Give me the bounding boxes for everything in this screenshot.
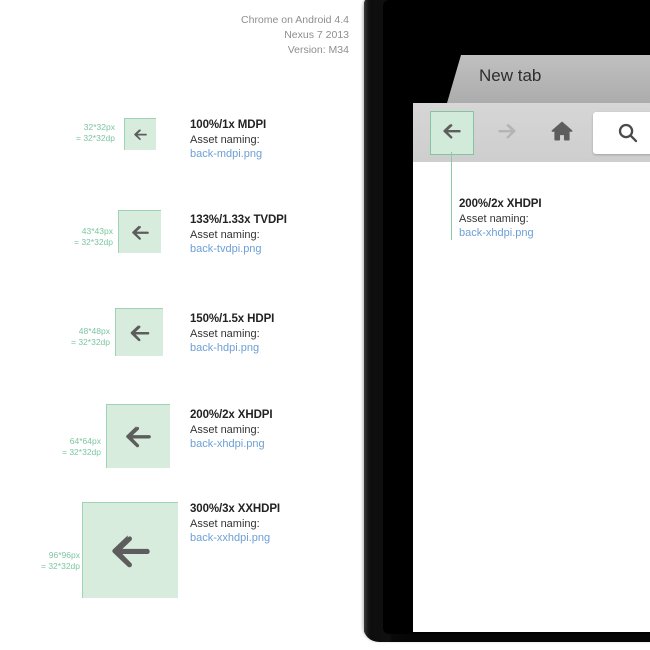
back-arrow-icon	[125, 119, 156, 150]
asset-swatch-xhdpi	[106, 404, 170, 468]
spec-title: 300%/3x XXHDPI	[190, 503, 281, 515]
asset-swatch-tvdpi	[118, 210, 161, 253]
spec-row-tvdpi: 43*43px = 32*32dp 133%/1.33x TVDPI Asset…	[0, 200, 363, 270]
spec-panel: Chrome on Android 4.4 Nexus 7 2013 Versi…	[0, 0, 363, 650]
spec-filename[interactable]: back-xxhdpi.png	[190, 531, 280, 546]
home-button[interactable]	[540, 111, 584, 155]
px-size-value: 64*64px	[69, 436, 101, 446]
spec-text-xxhdpi: 300%/3x XXHDPI Asset naming: back-xxhdpi…	[190, 502, 280, 546]
spec-subtitle: Asset naming:	[190, 423, 260, 436]
spec-text-hdpi: 150%/1.5x HDPI Asset naming: back-hdpi.p…	[190, 312, 274, 356]
spec-row-xxhdpi: 96*96px = 32*32dp 300%/3x XXHDPI Asset n…	[0, 492, 363, 602]
px-label-xhdpi: 64*64px = 32*32dp	[62, 436, 101, 458]
px-label-hdpi: 48*48px = 32*32dp	[71, 326, 110, 348]
spec-subtitle: Asset naming:	[190, 327, 260, 340]
callout-connector-line	[451, 152, 452, 240]
spec-row-xhdpi: 64*64px = 32*32dp 200%/2x XHDPI Asset na…	[0, 394, 363, 480]
spec-row-hdpi: 48*48px = 32*32dp 150%/1.5x HDPI Asset n…	[0, 298, 363, 370]
spec-text-tvdpi: 133%/1.33x TVDPI Asset naming: back-tvdp…	[190, 213, 287, 257]
spec-subtitle: Asset naming:	[190, 133, 260, 146]
tab-label: New tab	[479, 66, 542, 85]
px-label-mdpi: 32*32px = 32*32dp	[76, 122, 115, 144]
omnibox-search-field[interactable]	[593, 112, 650, 154]
spec-title: 150%/1.5x HDPI	[190, 313, 275, 325]
back-arrow-icon	[107, 405, 170, 468]
dp-size-value: = 32*32dp	[71, 337, 110, 347]
back-arrow-icon	[116, 309, 163, 356]
header-line-platform: Chrome on Android 4.4	[241, 14, 349, 26]
callout-filename[interactable]: back-xhdpi.png	[459, 226, 541, 241]
forward-button[interactable]	[485, 111, 529, 155]
document-header: Chrome on Android 4.4 Nexus 7 2013 Versi…	[241, 13, 349, 58]
back-arrow-icon	[83, 503, 178, 598]
px-label-tvdpi: 43*43px = 32*32dp	[74, 226, 113, 248]
dp-size-value: = 32*32dp	[41, 561, 80, 571]
px-size-value: 48*48px	[78, 326, 110, 336]
search-icon	[615, 120, 641, 151]
device-screen: New tab 200%/2x XHDPI Asset naming: back…	[413, 7, 650, 632]
dp-size-value: = 32*32dp	[74, 237, 113, 247]
spec-title: 133%/1.33x TVDPI	[190, 214, 287, 226]
browser-toolbar	[413, 103, 650, 163]
browser-tab-new-tab[interactable]: New tab	[447, 55, 650, 103]
spec-subtitle: Asset naming:	[190, 228, 260, 241]
dp-size-value: = 32*32dp	[62, 447, 101, 457]
px-label-xxhdpi: 96*96px = 32*32dp	[41, 550, 80, 572]
px-size-value: 43*43px	[81, 226, 113, 236]
px-size-value: 96*96px	[48, 550, 80, 560]
spec-row-mdpi: 32*32px = 32*32dp 100%/1x MDPI Asset nam…	[0, 108, 363, 168]
spec-title: 100%/1x MDPI	[190, 119, 267, 131]
spec-filename[interactable]: back-hdpi.png	[190, 341, 274, 356]
tablet-mockup: New tab 200%/2x XHDPI Asset naming: back…	[363, 0, 650, 642]
header-line-version: Version: M34	[287, 44, 349, 56]
spec-text-xhdpi: 200%/2x XHDPI Asset naming: back-xhdpi.p…	[190, 408, 273, 452]
px-size-value: 32*32px	[83, 122, 115, 132]
asset-swatch-mdpi	[124, 118, 156, 150]
callout-annotation: 200%/2x XHDPI Asset naming: back-xhdpi.p…	[459, 197, 542, 241]
dp-size-value: = 32*32dp	[76, 133, 115, 143]
spec-filename[interactable]: back-mdpi.png	[190, 147, 266, 162]
spec-text-mdpi: 100%/1x MDPI Asset naming: back-mdpi.png	[190, 118, 266, 162]
callout-subtitle: Asset naming:	[459, 212, 529, 225]
back-button[interactable]	[430, 111, 474, 155]
browser-tabstrip: New tab	[413, 7, 650, 103]
spec-title: 200%/2x XHDPI	[190, 409, 273, 421]
spec-subtitle: Asset naming:	[190, 517, 260, 530]
forward-arrow-icon	[494, 118, 520, 149]
asset-swatch-xxhdpi	[82, 502, 178, 598]
callout-title: 200%/2x XHDPI	[459, 198, 542, 210]
spec-filename[interactable]: back-tvdpi.png	[190, 242, 287, 257]
spec-filename[interactable]: back-xhdpi.png	[190, 437, 272, 452]
back-arrow-icon	[119, 211, 161, 253]
home-icon	[549, 118, 575, 149]
asset-swatch-hdpi	[115, 308, 163, 356]
back-arrow-icon	[439, 118, 465, 149]
header-line-device: Nexus 7 2013	[284, 29, 349, 41]
